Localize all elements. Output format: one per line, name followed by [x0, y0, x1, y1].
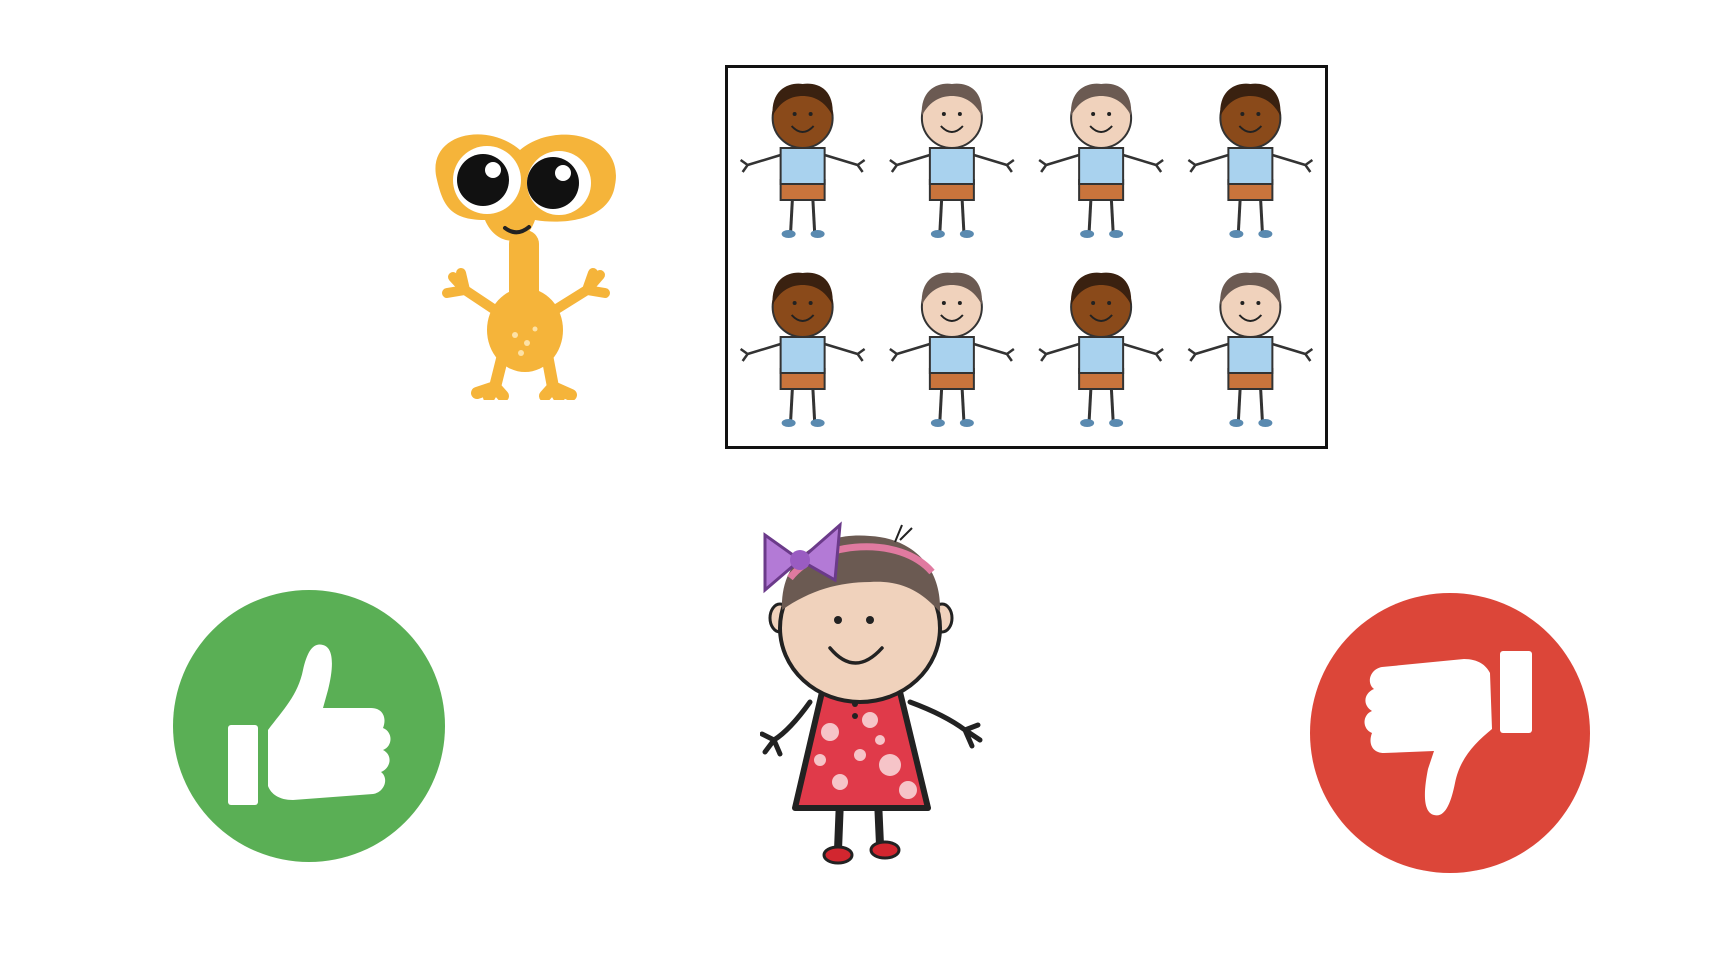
boy-character-icon: [739, 83, 866, 238]
boy-character-icon: [1187, 272, 1314, 427]
girl-character-icon: [760, 521, 983, 865]
boy-character-icon: [1038, 83, 1164, 238]
boy-character-icon: [889, 83, 1015, 238]
thumbs-down-button[interactable]: [1310, 593, 1590, 873]
boys-grid: [739, 83, 1314, 427]
boy-character-icon: [1038, 272, 1164, 427]
alien-character-icon: [435, 134, 616, 400]
boys-group-panel: [725, 65, 1328, 449]
boy-character-icon: [1187, 83, 1314, 238]
boy-character-icon: [889, 272, 1015, 427]
thumbs-up-button[interactable]: [173, 590, 445, 862]
boy-character-icon: [739, 272, 866, 427]
